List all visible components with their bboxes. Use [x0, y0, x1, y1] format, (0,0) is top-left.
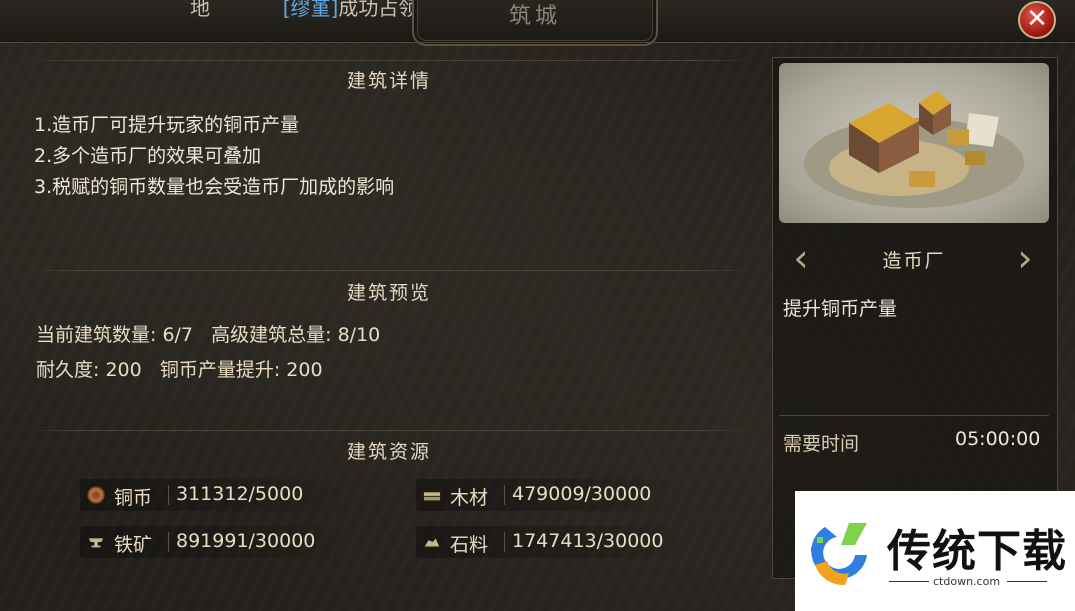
building-name: 造币厂	[882, 250, 946, 272]
build-time: 05:00:00	[955, 428, 1041, 450]
resource-name: 木材	[450, 487, 489, 509]
resource-name: 铜币	[114, 487, 153, 509]
resource-value: 479009/30000	[512, 483, 652, 505]
watermark: 传统下载 ctdown.com	[795, 491, 1075, 611]
detail-line-2: 2.多个造币厂的效果可叠加	[34, 145, 262, 167]
separator	[168, 485, 169, 505]
divider	[24, 270, 754, 271]
divider	[779, 415, 1049, 416]
resource-iron: 铁矿 891991/30000	[80, 526, 350, 558]
watermark-text: 传统下载	[887, 526, 1067, 577]
close-button[interactable]: ✕	[1018, 1, 1056, 39]
durability-stats: 耐久度: 200 铜币产量提升: 200	[36, 359, 323, 381]
separator	[504, 532, 505, 552]
watermark-url: ctdown.com	[933, 575, 1001, 588]
mint-illustration	[804, 91, 1024, 208]
divider	[889, 581, 929, 582]
copper-coin-icon	[87, 486, 105, 504]
stone-icon	[424, 538, 440, 547]
detail-line-1: 1.造币厂可提升玩家的铜币产量	[34, 114, 300, 136]
time-label: 需要时间	[783, 433, 860, 455]
window-title: 筑城	[508, 4, 561, 29]
building-count-stats: 当前建筑数量: 6/7 高级建筑总量: 8/10	[36, 324, 381, 346]
wood-icon	[423, 492, 441, 501]
divider	[1007, 581, 1047, 582]
separator	[504, 485, 505, 505]
divider	[24, 60, 754, 61]
chevron-right-icon: ›	[1017, 236, 1033, 280]
divider	[24, 430, 754, 431]
resource-name: 石料	[450, 534, 489, 556]
next-building-button[interactable]: ›	[1011, 236, 1039, 282]
title-plate: 筑城	[412, 0, 658, 46]
preview-title: 建筑预览	[346, 282, 431, 304]
building-switcher: ‹ 造币厂 ›	[779, 236, 1049, 282]
resource-stone: 石料 1747413/30000	[416, 526, 686, 558]
resource-value: 891991/30000	[176, 530, 316, 552]
watermark-logo-icon	[811, 523, 867, 586]
close-icon: ✕	[1026, 4, 1048, 34]
resource-value: 1747413/30000	[512, 530, 664, 552]
detail-line-3: 3.税赋的铜币数量也会受造币厂加成的影响	[34, 176, 395, 198]
resources-title: 建筑资源	[346, 441, 431, 463]
building-effect: 提升铜币产量	[783, 298, 898, 320]
iron-anvil-icon	[88, 538, 104, 548]
resource-wood: 木材 479009/30000	[416, 479, 686, 511]
building-preview-image	[779, 63, 1049, 223]
separator	[168, 532, 169, 552]
details-title: 建筑详情	[346, 70, 431, 92]
resource-name: 铁矿	[114, 534, 153, 556]
resource-value: 311312/5000	[176, 483, 304, 505]
resource-copper: 铜币 311312/5000	[80, 479, 350, 511]
ticker-prefix: 地	[190, 0, 210, 20]
ticker-player: [缪堇]	[282, 0, 339, 20]
